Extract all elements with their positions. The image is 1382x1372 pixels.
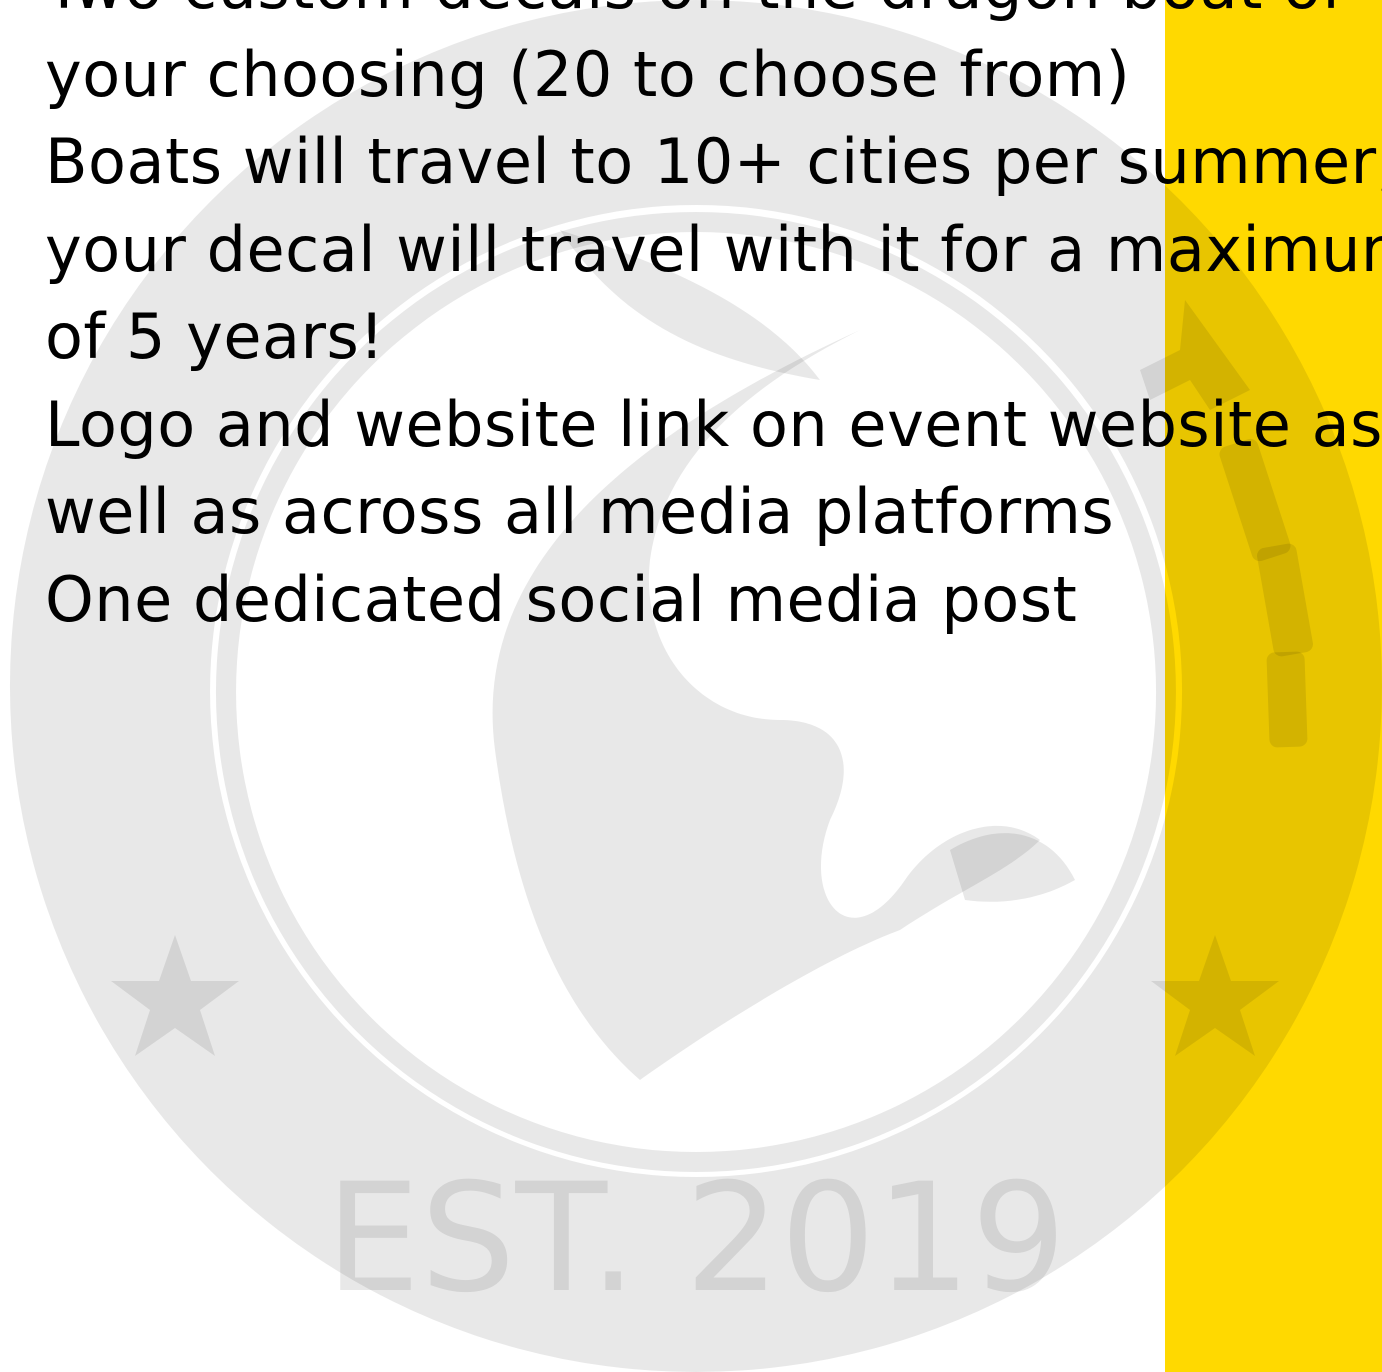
- benefit-line: One dedicated social media post: [45, 562, 1078, 636]
- benefit-line: well as across all media platforms: [45, 475, 1115, 548]
- benefit-line: your choosing (20 to choose from): [45, 37, 1131, 111]
- benefit-line: Boats will travel to 10+ cities per summ…: [45, 125, 1382, 198]
- benefit-line: your decal will travel with it for a max…: [45, 212, 1382, 286]
- benefit-line: Two custom decals on the dragon boat of: [45, 0, 1382, 31]
- benefit-line: of 5 years!: [45, 300, 385, 373]
- est-year-watermark-text: EST. 2019: [326, 1152, 1067, 1326]
- sponsor-benefits-list: Two custom decals on the dragon boat of …: [45, 0, 1382, 643]
- benefit-line: Logo and website link on event website a…: [45, 387, 1382, 461]
